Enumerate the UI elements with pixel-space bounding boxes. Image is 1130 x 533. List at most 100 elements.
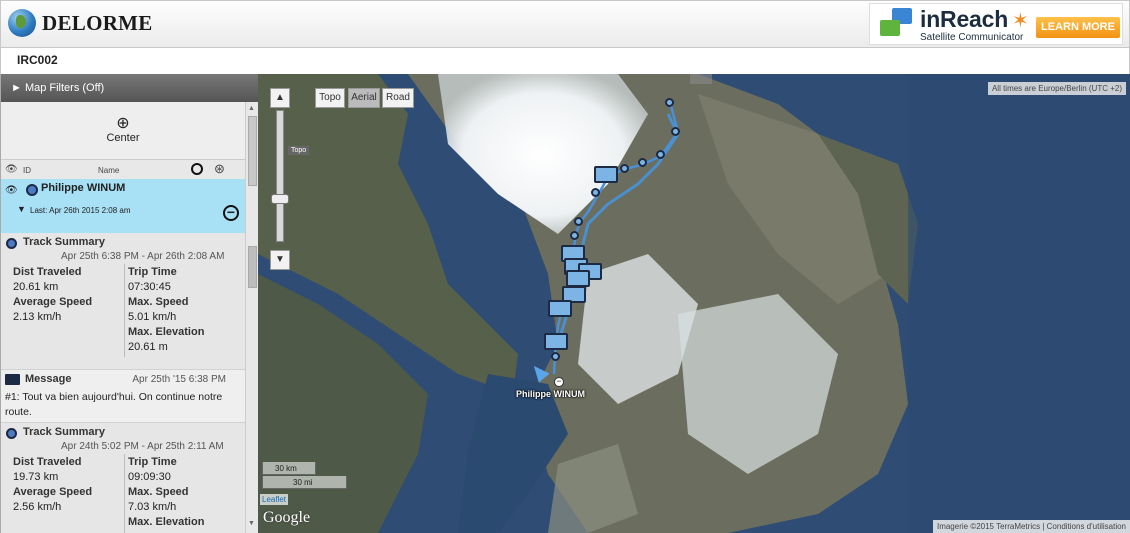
scroll-thumb[interactable] (248, 116, 257, 186)
map-attribution: Imagerie ©2015 TerraMetrics | Conditions… (932, 520, 1130, 533)
trip-label: Trip Time (128, 266, 177, 278)
max-label: Max. Speed (128, 296, 189, 308)
zoom-out-button[interactable]: ▼ (270, 250, 290, 270)
map-view[interactable]: ▲ Topo ▼ Topo Aerial Road All times are … (258, 74, 1130, 533)
map-filters-toggle[interactable]: ► Map Filters (Off) (1, 74, 258, 102)
device-dot-icon (26, 184, 38, 196)
track-dot-icon (6, 238, 17, 249)
max-value: 5.01 km/h (128, 311, 177, 323)
trip-label: Trip Time (128, 456, 177, 468)
scale-bar: 30 km 30 mi (262, 462, 347, 490)
ad-brand: inReach (920, 6, 1009, 32)
layer-aerial-button[interactable]: Aerial (348, 88, 380, 108)
center-label: Center (106, 132, 140, 144)
column-divider (124, 454, 125, 533)
collapse-minus-icon[interactable]: − (223, 205, 239, 221)
card-title: Track Summary (23, 236, 105, 248)
track-point[interactable] (551, 352, 560, 361)
card-range: Apr 24th 5:02 PM - Apr 25th 2:11 AM (61, 441, 224, 452)
title-bar: IRC002 (0, 48, 1130, 74)
dist-label: Dist Traveled (13, 456, 82, 468)
track-point[interactable] (656, 150, 665, 159)
avg-value: 2.13 km/h (13, 311, 62, 323)
track-summary-card[interactable]: Track Summary Apr 25th 6:38 PM - Apr 26t… (1, 233, 245, 370)
device-name: Philippe WINUM (41, 182, 126, 194)
sidebar-scrollbar[interactable]: ▲ ▼ (245, 102, 259, 533)
collapse-tab[interactable] (690, 74, 712, 84)
scale-km: 30 km (262, 462, 316, 475)
center-button[interactable]: ⊕ Center (1, 102, 245, 159)
circle-toggle-icon[interactable] (191, 163, 203, 175)
dist-value: 19.73 km (13, 471, 59, 483)
header: DELORME inReach ✶ Satellite Communicator… (0, 0, 1130, 48)
elev-value: 20.61 m (128, 341, 168, 353)
trip-value: 09:09:30 (128, 471, 171, 483)
imagery-credit: Imagerie ©2015 TerraMetrics (936, 522, 1041, 531)
device-last-update: Last: Apr 26th 2015 2:08 am (30, 206, 131, 215)
event-feed: Track Summary Apr 25th 6:38 PM - Apr 26t… (1, 233, 245, 533)
column-name[interactable]: Name (98, 166, 119, 175)
track-dot-icon (6, 428, 17, 439)
scroll-up-arrow[interactable]: ▲ (248, 105, 255, 112)
terms-link[interactable]: Conditions d'utilisation (1047, 522, 1126, 531)
max-value: 7.03 km/h (128, 501, 177, 513)
elev-label: Max. Elevation (128, 516, 205, 528)
zoom-slider-track[interactable] (276, 110, 284, 242)
track-point[interactable] (591, 188, 600, 197)
max-label: Max. Speed (128, 486, 189, 498)
scroll-down-arrow[interactable]: ▼ (248, 520, 255, 527)
column-id[interactable]: ID (23, 166, 31, 175)
end-minus-icon[interactable]: − (554, 377, 564, 387)
globe-icon (8, 9, 36, 37)
message-title: Message (25, 373, 72, 385)
column-divider (124, 264, 125, 357)
track-point[interactable] (620, 164, 629, 173)
track-summary-card[interactable]: Track Summary Apr 24th 5:02 PM - Apr 25t… (1, 423, 245, 533)
photo-marker-icon[interactable] (594, 166, 618, 183)
elev-label: Max. Elevation (128, 326, 205, 338)
scale-mi: 30 mi (262, 476, 347, 489)
dist-label: Dist Traveled (13, 266, 82, 278)
zoom-in-button[interactable]: ▲ (270, 88, 290, 108)
layer-topo-button[interactable]: Topo (315, 88, 345, 108)
logo-text: DELORME (42, 10, 153, 35)
scroll-thumb-2[interactable] (248, 246, 257, 288)
eye-icon[interactable]: 👁 (5, 164, 18, 175)
device-row[interactable]: 👁 Philippe WINUM ▼ Last: Apr 26th 2015 2… (1, 179, 245, 233)
message-body: #1: Tout va bien aujourd'hui. On continu… (5, 391, 223, 418)
trip-value: 07:30:45 (128, 281, 171, 293)
card-title: Track Summary (23, 426, 105, 438)
settings-circle-icon[interactable]: ⊛ (214, 162, 225, 175)
marker-label: Philippe WINUM (516, 389, 585, 399)
card-range: Apr 25th 6:38 PM - Apr 26th 2:08 AM (61, 251, 225, 262)
expand-triangle-icon[interactable]: ▼ (17, 204, 26, 214)
timezone-notice: All times are Europe/Berlin (UTC +2) (987, 82, 1126, 95)
avg-value: 2.56 km/h (13, 501, 62, 513)
aerial-imagery (258, 74, 1130, 533)
layer-road-button[interactable]: Road (382, 88, 414, 108)
photo-marker-icon[interactable] (566, 270, 590, 287)
eye-icon[interactable]: 👁 (5, 185, 18, 196)
device-id-label: IRC002 (17, 53, 58, 67)
learn-more-button[interactable]: LEARN MORE (1036, 17, 1120, 38)
photo-marker-icon[interactable] (548, 300, 572, 317)
google-logo: Google (263, 509, 311, 526)
track-point[interactable] (665, 98, 674, 107)
message-icon (5, 374, 20, 385)
track-point[interactable] (671, 127, 680, 136)
inreach-ad-banner[interactable]: inReach ✶ Satellite Communicator LEARN M… (869, 3, 1123, 45)
star-icon: ✶ (1012, 10, 1029, 32)
zoom-tooltip: Topo (288, 146, 310, 155)
message-card[interactable]: Message Apr 25th '15 6:38 PM #1: Tout va… (1, 370, 245, 423)
track-point[interactable] (638, 158, 647, 167)
leaflet-link[interactable]: Leaflet (260, 494, 289, 505)
ad-subtitle: Satellite Communicator (920, 32, 1024, 43)
zoom-slider-handle[interactable] (271, 194, 289, 204)
track-point[interactable] (574, 217, 583, 226)
delorme-logo[interactable]: DELORME (8, 9, 153, 37)
photo-marker-icon[interactable] (544, 333, 568, 350)
sidebar: ► Map Filters (Off) ⊕ Center ▲ ▼ 👁 ID Na… (0, 74, 259, 533)
chat-bubbles-icon (880, 8, 916, 42)
track-point[interactable] (570, 231, 579, 240)
avg-label: Average Speed (13, 296, 93, 308)
